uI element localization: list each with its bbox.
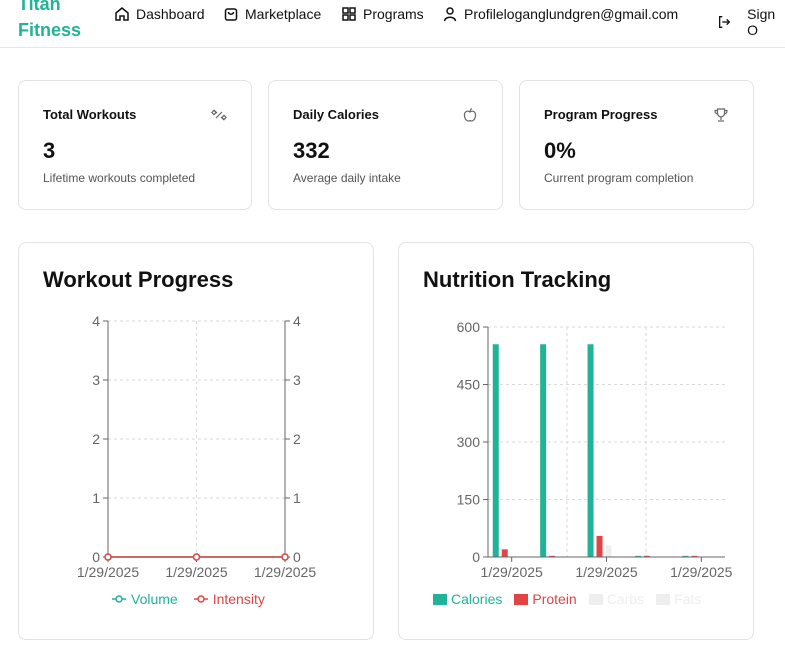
stat-card-total-workouts: Total Workouts 3 Lifetime workouts compl…: [18, 80, 252, 210]
data-point-intensity: [192, 553, 201, 561]
legend-label-volume: Volume: [131, 591, 178, 607]
stat-subtitle: Current program completion: [544, 171, 694, 185]
workout-progress-chart: 0 1 2 3 4 0 1 2 3 4 1/29/2025 1/29/2025 1/29/2025: [77, 313, 316, 580]
legend-label-carbs: Carbs: [606, 591, 645, 607]
legend-swatch-fats: [656, 593, 671, 605]
nutrition-tracking-chart: 0 150 300 450 600 1/29/2025 1/29/2025 1/29/2025: [457, 319, 733, 580]
stat-card-program-progress: Program Progress 0% Current program comp…: [519, 80, 754, 210]
stat-title: Daily Calories: [293, 107, 379, 122]
legend-swatch-protein: [514, 593, 529, 605]
bar-calories: [492, 344, 499, 557]
bar-carbs: [605, 545, 612, 557]
workout-progress-card: Workout Progress 0 1 2 3 4 0 1 2 3 4 1/29/2025 1/29…: [18, 242, 374, 640]
legend-swatch-calories: [433, 593, 447, 605]
stat-title: Total Workouts: [43, 107, 137, 122]
y-tick-label: 0: [472, 549, 480, 565]
nav-programs[interactable]: Programs: [341, 6, 424, 22]
legend-label-intensity: Intensity: [212, 591, 265, 607]
y-tick-label: 0: [92, 549, 100, 565]
stat-value: 0%: [544, 138, 576, 163]
nav-dashboard[interactable]: Dashboard: [114, 6, 205, 22]
nav-marketplace[interactable]: Marketplace: [223, 6, 321, 22]
trophy-icon: [714, 108, 728, 122]
nav-dashboard-label: Dashboard: [136, 6, 205, 22]
brand-logo[interactable]: Titan Fitness: [18, 0, 81, 43]
legend-label-fats: Fats: [674, 591, 702, 607]
nutrition-tracking-card: Nutrition Tracking 0 150 300 450 600 1/29/202…: [398, 242, 754, 640]
bar-protein: [596, 535, 603, 557]
y-tick-label: 300: [457, 434, 481, 450]
y2-tick-label: 2: [293, 431, 301, 447]
brand-line-2: Fitness: [18, 20, 82, 40]
shopping-bag-icon: [224, 8, 238, 21]
bar-protein: [501, 549, 508, 557]
stat-value: 3: [43, 138, 56, 163]
bar-calories: [540, 344, 547, 557]
x-tick-label: 1/29/2025: [575, 564, 637, 580]
bar-calories: [587, 344, 594, 557]
stat-value: 332: [293, 138, 330, 163]
y-tick-label: 1: [92, 490, 100, 506]
stat-title: Program Progress: [544, 107, 658, 122]
legend-item-protein[interactable]: Protein: [514, 591, 577, 607]
legend-item-calories[interactable]: Calories: [433, 591, 502, 607]
dumbbell-icon: [211, 109, 227, 121]
y-tick-label: 2: [92, 431, 100, 447]
y-tick-label: 600: [457, 319, 481, 335]
data-point-intensity: [104, 553, 112, 561]
y2-tick-label: 3: [293, 372, 301, 388]
brand-line-1: Titan: [18, 0, 61, 14]
top-navigation: Titan Fitness Dashboard Marketplace Prog…: [0, 0, 785, 48]
workout-legend: Volume Intensity: [112, 591, 265, 607]
x-tick-label: 1/29/2025: [670, 564, 732, 580]
nav-signout-label: Sign O: [747, 6, 776, 38]
line-marker-icon: [112, 595, 126, 603]
nav-programs-label: Programs: [363, 6, 424, 22]
stat-card-daily-calories: Daily Calories 332 Average daily intake: [268, 80, 503, 210]
nav-signout[interactable]: Sign O: [717, 6, 785, 38]
y-tick-label: 4: [92, 313, 100, 329]
x-tick-label: 1/29/2025: [165, 564, 227, 580]
legend-swatch-carbs: [588, 593, 603, 605]
data-point-intensity: [281, 553, 289, 561]
legend-item-fats[interactable]: Fats: [656, 591, 701, 607]
line-marker-icon: [193, 595, 208, 603]
x-tick-label: 1/29/2025: [481, 564, 543, 580]
stat-subtitle: Average daily intake: [293, 171, 401, 185]
nav-profile[interactable]: Profileloganglundgren@gmail.com: [442, 6, 678, 22]
y-tick-label: 3: [92, 372, 100, 388]
grid-icon: [342, 7, 356, 21]
x-tick-label: 1/29/2025: [77, 564, 139, 580]
y-tick-label: 150: [457, 492, 481, 508]
user-icon: [443, 7, 457, 22]
nutrition-legend: Calories Protein Carbs Fats: [433, 591, 701, 607]
y2-tick-label: 1: [293, 490, 301, 506]
legend-label-calories: Calories: [451, 591, 503, 607]
home-icon: [115, 7, 129, 21]
logout-icon: [718, 16, 731, 28]
legend-label-protein: Protein: [532, 591, 577, 607]
legend-item-intensity[interactable]: Intensity: [193, 591, 265, 607]
legend-item-carbs[interactable]: Carbs: [588, 591, 645, 607]
nav-marketplace-label: Marketplace: [245, 6, 322, 22]
legend-item-volume[interactable]: Volume: [112, 591, 178, 607]
apple-icon: [463, 107, 477, 122]
nav-profile-label: Profileloganglundgren@gmail.com: [464, 6, 679, 22]
y2-tick-label: 0: [293, 549, 301, 565]
y-tick-label: 450: [457, 377, 481, 393]
y2-tick-label: 4: [293, 313, 301, 329]
stat-subtitle: Lifetime workouts completed: [43, 171, 196, 185]
x-tick-label: 1/29/2025: [254, 564, 316, 580]
